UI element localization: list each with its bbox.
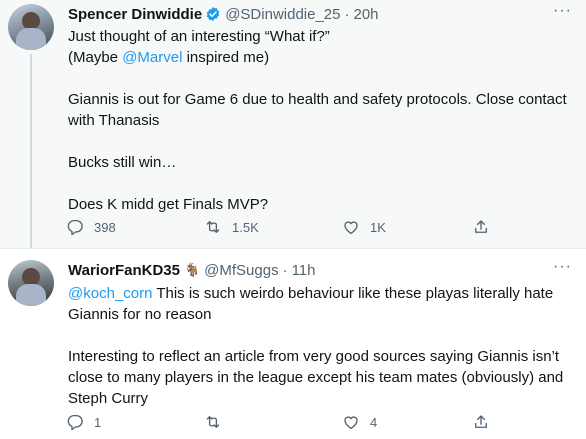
tweet-text: Just thought of an interesting “What if?… bbox=[68, 26, 574, 215]
tweet-actions: 398 1.5K 1K bbox=[66, 218, 506, 238]
text-segment: inspired me) bbox=[182, 49, 270, 66]
tweet-text: @koch_corn This is such weirdo behaviour… bbox=[68, 283, 574, 409]
tweet-line: (Maybe @Marvel inspired me) bbox=[68, 47, 574, 68]
tweet-line: Just thought of an interesting “What if?… bbox=[68, 28, 330, 45]
tweet-header: WariorFanKD35 🐐 @MfSuggs · 11h bbox=[68, 260, 316, 280]
text-segment: (Maybe bbox=[68, 49, 123, 66]
share-icon bbox=[475, 415, 487, 428]
mention-link[interactable]: @Marvel bbox=[122, 49, 182, 66]
tweet-actions: 1 4 bbox=[66, 413, 506, 433]
reply-count: 1 bbox=[94, 414, 102, 430]
thread-connector bbox=[30, 54, 32, 248]
mention-link[interactable]: @koch_corn bbox=[68, 285, 152, 302]
reply-icon bbox=[67, 414, 83, 431]
retweet-button[interactable]: 1.5K bbox=[204, 218, 259, 236]
more-icon[interactable]: ··· bbox=[553, 258, 572, 276]
reply-count: 398 bbox=[94, 219, 116, 235]
share-icon bbox=[475, 220, 487, 233]
timestamp[interactable]: 20h bbox=[354, 6, 379, 23]
tweet-line: Bucks still win… bbox=[68, 154, 177, 171]
retweet-button[interactable] bbox=[204, 413, 232, 431]
share-button[interactable] bbox=[472, 413, 490, 431]
like-button[interactable]: 1K bbox=[342, 218, 386, 236]
avatar[interactable] bbox=[8, 4, 54, 50]
verified-badge-icon bbox=[206, 7, 220, 21]
retweet-icon bbox=[206, 416, 220, 428]
avatar-body bbox=[16, 284, 46, 306]
like-icon bbox=[344, 221, 358, 235]
separator-dot: · bbox=[344, 5, 350, 23]
more-icon[interactable]: ··· bbox=[553, 2, 572, 20]
tweet[interactable]: WariorFanKD35 🐐 @MfSuggs · 11h ··· @koch… bbox=[0, 248, 586, 439]
like-count: 1K bbox=[370, 219, 386, 235]
tweet-line: Does K midd get Finals MVP? bbox=[68, 196, 269, 213]
like-count: 4 bbox=[370, 414, 378, 430]
tweet-header: Spencer Dinwiddie @SDinwiddie_25 · 20h bbox=[68, 4, 379, 24]
reply-icon bbox=[67, 219, 83, 236]
user-handle[interactable]: @SDinwiddie_25 bbox=[225, 6, 340, 23]
tweet[interactable]: Spencer Dinwiddie @SDinwiddie_25 · 20h ·… bbox=[0, 0, 586, 248]
reply-button[interactable]: 1 bbox=[66, 413, 101, 431]
retweet-count: 1.5K bbox=[232, 219, 259, 235]
tweet-line: @koch_corn This is such weirdo behaviour… bbox=[68, 283, 574, 325]
avatar-body bbox=[16, 28, 46, 50]
goat-icon: 🐐 bbox=[183, 262, 201, 277]
like-button[interactable]: 4 bbox=[342, 413, 377, 431]
display-name[interactable]: WariorFanKD35 bbox=[68, 262, 180, 279]
timestamp[interactable]: 11h bbox=[292, 262, 316, 279]
tweet-line: Giannis is out for Game 6 due to health … bbox=[68, 91, 567, 129]
user-handle[interactable]: @MfSuggs bbox=[204, 262, 278, 279]
reply-button[interactable]: 398 bbox=[66, 218, 116, 236]
avatar[interactable] bbox=[8, 260, 54, 306]
share-button[interactable] bbox=[472, 218, 490, 236]
tweet-line: Interesting to reflect an article from v… bbox=[68, 348, 564, 407]
like-icon bbox=[344, 416, 358, 430]
display-name[interactable]: Spencer Dinwiddie bbox=[68, 6, 202, 23]
separator-dot: · bbox=[282, 261, 288, 279]
retweet-icon bbox=[206, 221, 220, 233]
